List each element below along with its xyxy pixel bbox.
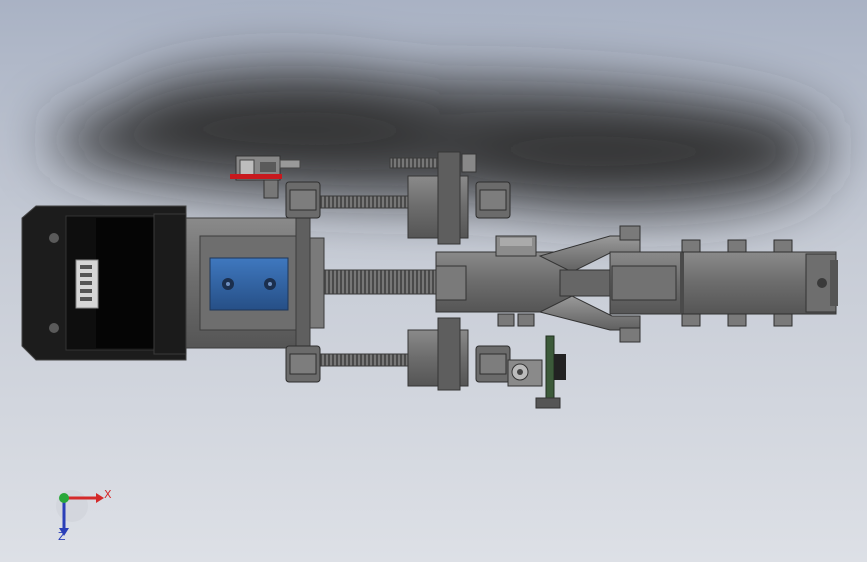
- shaft-coupler[interactable]: [209, 257, 289, 311]
- z-axis-label: Z: [58, 530, 66, 543]
- coordinate-triad-icon: X Z: [56, 488, 112, 543]
- gripper-finger[interactable]: [609, 251, 838, 315]
- cad-viewport[interactable]: X Z: [0, 0, 867, 562]
- pcb-board: [545, 335, 555, 409]
- bearing-assembly[interactable]: [507, 335, 566, 409]
- red-indicator-bar: [230, 174, 282, 179]
- x-axis-label: X: [104, 488, 112, 501]
- stepper-motor-icon[interactable]: [21, 205, 187, 361]
- gripper-body[interactable]: [435, 225, 641, 343]
